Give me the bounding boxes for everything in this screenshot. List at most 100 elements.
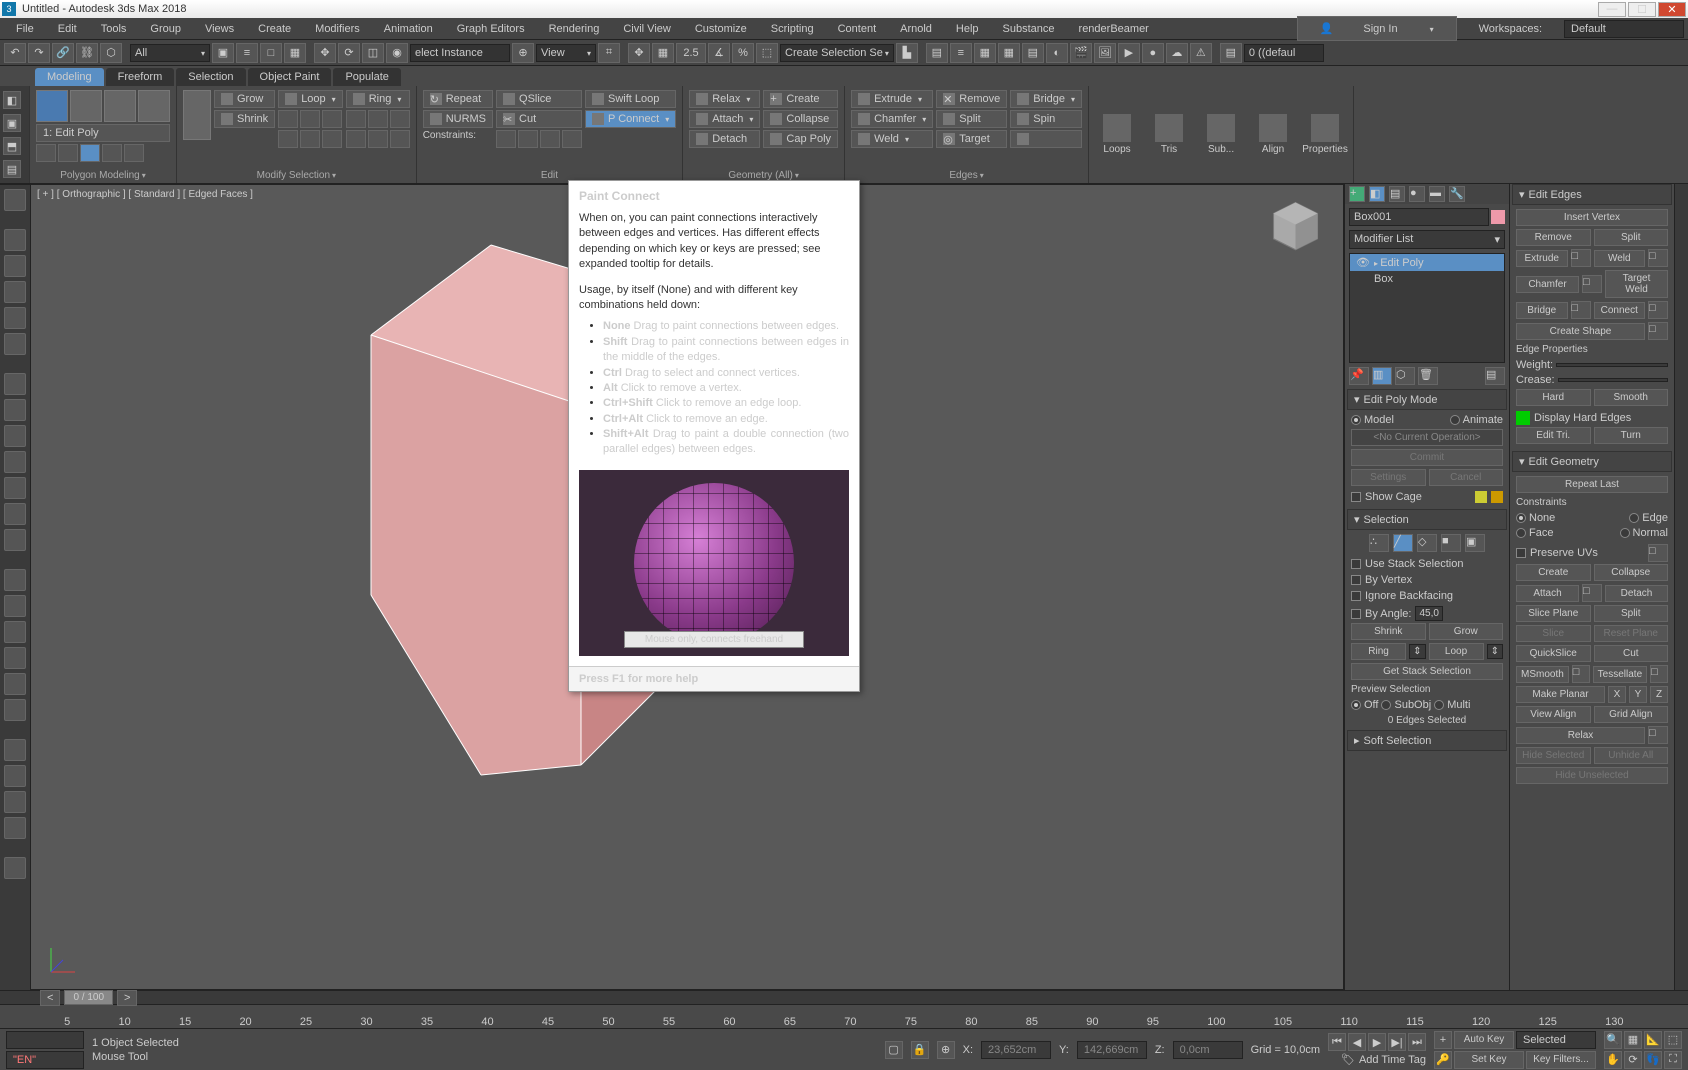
create-button[interactable]: +Create <box>763 90 838 108</box>
menu-animation[interactable]: Animation <box>372 20 445 38</box>
unlink-icon[interactable]: ⛓ <box>76 43 98 63</box>
edit-named-sel-icon[interactable]: ⬚ <box>756 43 778 63</box>
byvertex-checkbox[interactable] <box>1351 575 1361 585</box>
ext3-icon[interactable] <box>4 621 26 643</box>
target2-button[interactable] <box>1010 130 1082 148</box>
sel-element-icon[interactable]: ▣ <box>1465 534 1485 552</box>
3dsnap-icon[interactable]: ▦ <box>652 43 674 63</box>
editgeom-header[interactable]: ▾Edit Geometry <box>1512 451 1672 472</box>
tube-icon[interactable] <box>4 503 26 525</box>
so1-icon[interactable] <box>36 144 56 162</box>
ribbon-toggle4-icon[interactable]: ▤ <box>3 160 21 178</box>
object-name-field[interactable]: Box001 <box>1349 208 1489 226</box>
modifier-list-dropdown[interactable]: Modifier List▾ <box>1349 230 1505 249</box>
collapse-button[interactable]: Collapse <box>763 110 838 128</box>
time-ruler[interactable]: 5101520253035404550556065707580859095100… <box>0 1004 1688 1028</box>
tessellate-button[interactable]: Tessellate <box>1593 666 1647 683</box>
rotate-tool-icon[interactable]: ⟳ <box>338 43 360 63</box>
target-button[interactable]: ◎Target <box>936 130 1007 148</box>
menu-tools[interactable]: Tools <box>89 20 139 38</box>
ribbon-toggle-icon[interactable]: ◧ <box>3 91 21 109</box>
zoomregion-icon[interactable]: ⬚ <box>1664 1031 1682 1049</box>
menu-views[interactable]: Views <box>193 20 246 38</box>
tab-selection[interactable]: Selection <box>176 68 245 86</box>
remove-button[interactable]: ✕Remove <box>936 90 1007 108</box>
timetag-icon[interactable]: 🏷 <box>1341 1053 1355 1066</box>
detach-geom-button[interactable]: Detach <box>1605 585 1668 602</box>
relax-button[interactable]: Relax <box>689 90 760 108</box>
collapse-geom-button[interactable]: Collapse <box>1594 564 1669 581</box>
warning-icon[interactable]: ⚠ <box>1190 43 1212 63</box>
pconnect-button[interactable]: P Connect <box>585 110 676 128</box>
qslice-button[interactable]: QSlice <box>496 90 582 108</box>
repeatlast-button[interactable]: Repeat Last <box>1516 476 1668 493</box>
selection-preview-icon[interactable] <box>183 90 211 140</box>
loop-spinner[interactable]: ⇕ <box>1487 644 1503 659</box>
constr-norm-icon[interactable] <box>562 130 582 148</box>
bridge-edge-button[interactable]: Bridge <box>1516 302 1568 319</box>
editpoly-label[interactable]: 1: Edit Poly <box>36 124 170 142</box>
edge-radio[interactable] <box>1629 513 1639 523</box>
loop-button[interactable]: Loop <box>278 90 343 108</box>
extrude-button[interactable]: Extrude <box>851 90 933 108</box>
goto-end-icon[interactable]: ⏭ <box>1408 1033 1426 1051</box>
so5-icon[interactable] <box>124 144 144 162</box>
a360-icon[interactable]: ☁ <box>1166 43 1188 63</box>
weld-button[interactable]: Weld <box>851 130 933 148</box>
bridge-opt-icon[interactable]: □ <box>1571 301 1591 319</box>
ribbon-toggle2-icon[interactable]: ▣ <box>3 114 21 132</box>
getstack-button[interactable]: Get Stack Selection <box>1351 663 1503 680</box>
quickslice-button[interactable]: QuickSlice <box>1516 645 1591 662</box>
menu-content[interactable]: Content <box>826 20 889 38</box>
planar-y-button[interactable]: Y <box>1629 686 1647 703</box>
render-setup-icon[interactable]: 🎬 <box>1070 43 1092 63</box>
pin-stack-icon[interactable]: 📌 <box>1349 367 1369 385</box>
align-icon[interactable]: ▤ <box>926 43 948 63</box>
relax-opt-icon[interactable]: □ <box>1648 726 1668 744</box>
bridge-button[interactable]: Bridge <box>1010 90 1082 108</box>
so2-icon[interactable] <box>58 144 78 162</box>
minimize-button[interactable]: — <box>1598 2 1626 17</box>
tab-modeling[interactable]: Modeling <box>35 68 104 86</box>
ext11-icon[interactable] <box>4 857 26 879</box>
create-tab-icon[interactable]: + <box>1349 186 1365 202</box>
so4-icon[interactable] <box>102 144 122 162</box>
menu-customize[interactable]: Customize <box>683 20 759 38</box>
ignoreback-checkbox[interactable] <box>1351 591 1361 601</box>
hardedge-color[interactable] <box>1516 411 1530 425</box>
loop-opt-icon[interactable] <box>322 110 342 128</box>
hidesel-button[interactable]: Hide Selected <box>1516 747 1591 764</box>
ring-c-icon[interactable] <box>390 130 410 148</box>
autokey-button[interactable]: Auto Key <box>1454 1031 1514 1049</box>
commit-button[interactable]: Commit <box>1351 449 1503 466</box>
move-tool-icon[interactable]: ✥ <box>314 43 336 63</box>
model-radio[interactable] <box>1351 415 1361 425</box>
ring-sel-button[interactable]: Ring <box>1351 643 1406 660</box>
time-next-button[interactable]: > <box>117 990 137 1006</box>
ring-spinner[interactable]: ⇕ <box>1409 644 1425 659</box>
keymode-dropdown[interactable]: Selected <box>1516 1031 1596 1049</box>
msmooth-button[interactable]: MSmooth <box>1516 666 1569 683</box>
placement-tool-icon[interactable]: ◉ <box>386 43 408 63</box>
ring-next-icon[interactable] <box>368 110 388 128</box>
normal-radio[interactable] <box>1620 528 1630 538</box>
loop-next-icon[interactable] <box>300 110 320 128</box>
targetweld-button[interactable]: Target Weld <box>1605 270 1668 298</box>
fov-icon[interactable]: 📐 <box>1644 1031 1662 1049</box>
mirror-icon[interactable]: ▙ <box>896 43 918 63</box>
rect-select-icon[interactable]: □ <box>260 43 282 63</box>
toggle-ribbon-icon[interactable]: ▦ <box>974 43 996 63</box>
createshape-opt-icon[interactable]: □ <box>1648 322 1668 340</box>
geomall-label[interactable]: Geometry (All) <box>689 167 838 181</box>
loop-sel-button[interactable]: Loop <box>1429 643 1484 660</box>
create-geom-button[interactable]: Create <box>1516 564 1591 581</box>
right-scrollbar[interactable] <box>1674 184 1688 990</box>
link-icon[interactable]: 🔗 <box>52 43 74 63</box>
chamfer-edge-button[interactable]: Chamfer <box>1516 276 1579 293</box>
render-icon[interactable]: ▶ <box>1118 43 1140 63</box>
subd-button[interactable]: Sub... <box>1197 112 1245 157</box>
cut-button[interactable]: ✂Cut <box>496 110 582 128</box>
chamfer-button[interactable]: Chamfer <box>851 110 933 128</box>
swiftloop-button[interactable]: Swift Loop <box>585 90 676 108</box>
layer-icon[interactable]: ≡ <box>950 43 972 63</box>
